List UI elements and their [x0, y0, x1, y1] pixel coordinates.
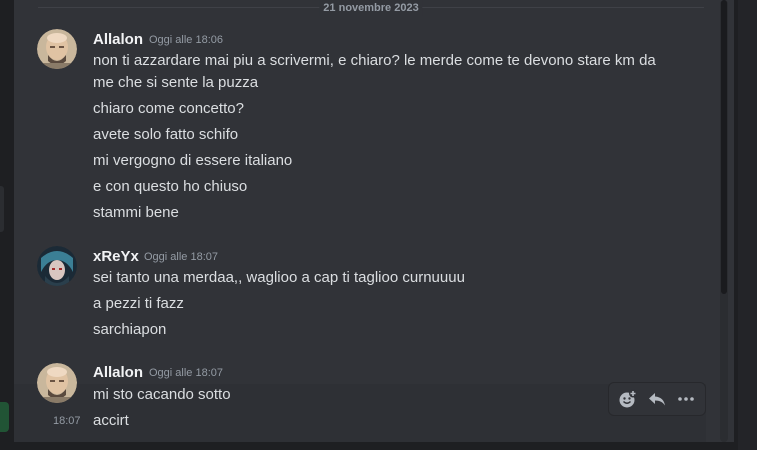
message-text: sarchiapon [93, 321, 167, 338]
message-text: sei tanto una merdaa,, waglioo a cap ti … [93, 269, 465, 286]
avatar-xreyx[interactable] [37, 246, 77, 286]
username[interactable]: Allalon [93, 363, 143, 383]
scrollbar-thumb[interactable] [721, 0, 727, 294]
message-text: chiaro come concetto? [93, 100, 244, 117]
sidebar-green-pill[interactable] [0, 402, 9, 432]
message-text: e con questo ho chiuso [93, 178, 248, 195]
member-list-edge [734, 0, 757, 450]
username[interactable]: Allalon [93, 30, 143, 50]
message-text: mi vergogno di essere italiano [93, 152, 293, 169]
add-reaction-button[interactable] [614, 385, 642, 413]
date-divider-label: 21 novembre 2023 [319, 0, 423, 16]
message-text: non ti azzardare mai piu a scrivermi, e … [93, 52, 656, 69]
more-options-button[interactable] [672, 385, 700, 413]
member-list-panel [738, 0, 757, 450]
chat-bottom-edge [14, 442, 734, 450]
avatar-allalon[interactable] [37, 29, 77, 69]
message-text: accirt [93, 412, 129, 429]
message-text: mi sto cacando sotto [93, 386, 231, 403]
more-options-icon [678, 397, 695, 401]
reply-button[interactable] [643, 385, 671, 413]
message-actions-toolbar [608, 382, 706, 416]
username[interactable]: xReYx [93, 247, 139, 267]
add-reaction-icon [619, 389, 637, 408]
message-text: avete solo fatto schifo [93, 126, 239, 143]
message-timestamp[interactable]: Oggi alle 18:07 [149, 363, 223, 383]
reply-icon [648, 393, 665, 406]
server-sidebar-edge [0, 0, 14, 450]
avatar-allalon[interactable] [37, 363, 77, 403]
hover-timestamp[interactable]: 18:07 [53, 412, 81, 430]
sidebar-nub [0, 186, 4, 232]
message-timestamp[interactable]: Oggi alle 18:06 [149, 30, 223, 50]
message-timestamp[interactable]: Oggi alle 18:07 [144, 247, 218, 267]
message-text: a pezzi ti fazz [93, 295, 184, 312]
chat-panel: 21 novembre 2023 Allalon Oggi alle 18:06… [14, 0, 734, 442]
discord-window: 21 novembre 2023 Allalon Oggi alle 18:06… [0, 0, 757, 450]
message-text: stammi bene [93, 204, 179, 221]
date-divider: 21 novembre 2023 [38, 0, 704, 16]
message-text: me che si sente la puzza [93, 74, 259, 91]
